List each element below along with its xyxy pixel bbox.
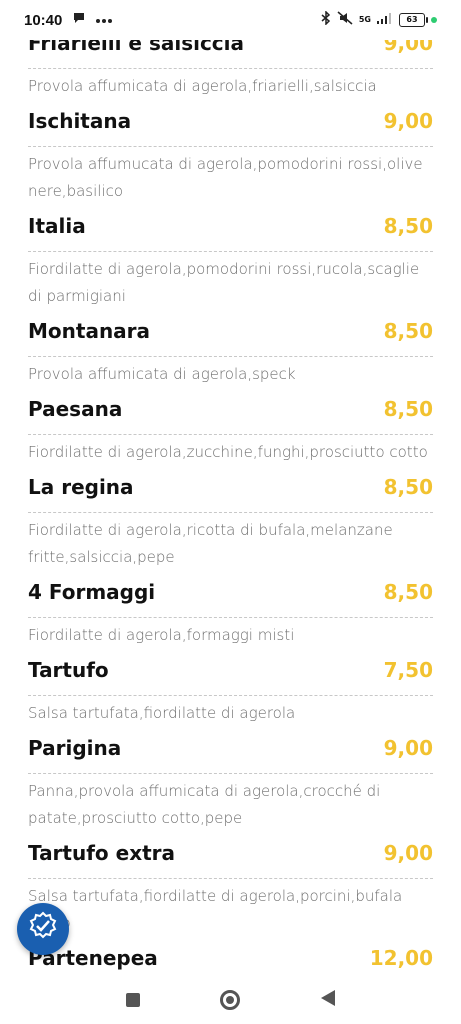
network-label: 5G xyxy=(358,15,371,24)
menu-item-price: 8,50 xyxy=(383,475,433,499)
battery-icon: 63 xyxy=(399,13,428,27)
menu-item-header: La regina 8,50 xyxy=(28,468,433,506)
menu-item-price: 9,00 xyxy=(383,109,433,133)
menu-item-description: Salsa tartufata,fiordilatte di agerola xyxy=(28,704,296,722)
status-time: 10:40 xyxy=(24,11,63,29)
menu-item-header: Italia 8,50 xyxy=(28,207,433,245)
menu-item[interactable]: Ischitana 9,00 Provola affumucata di agero… xyxy=(28,102,433,207)
menu-item-name: Italia xyxy=(28,214,86,238)
menu-item-description: Fiordilatte di agerola,zucchine,funghi,p… xyxy=(28,443,428,461)
menu-item-price: 9,00 xyxy=(383,841,433,865)
menu-item-description: Fiordilatte di agerola,formaggi misti xyxy=(28,626,295,644)
menu-item-name: Montanara xyxy=(28,319,151,343)
accessibility-button[interactable] xyxy=(17,903,69,955)
menu-item-header: Partenepea 12,00 xyxy=(28,939,433,975)
bluetooth-icon xyxy=(321,10,331,29)
menu-item[interactable]: Parigina 9,00 Panna,provola affumicata di … xyxy=(28,729,433,834)
menu-item[interactable]: Partenepea 12,00 xyxy=(28,939,433,975)
menu-item[interactable]: Italia 8,50 Fiordilatte di agerola,pomodor… xyxy=(28,207,433,312)
menu-item[interactable]: Montanara 8,50 Provola affumicata di agero… xyxy=(28,312,433,390)
mute-icon xyxy=(337,11,353,29)
menu-item[interactable]: Paesana 8,50 Fiordilatte di agerola,zucchi… xyxy=(28,390,433,468)
chat-icon xyxy=(72,11,86,29)
menu-item-description: Provola affumucata di agerola,pomodorini… xyxy=(28,155,423,200)
menu-item-header: 4 Formaggi 8,50 xyxy=(28,573,433,611)
menu-list: Friarielli e salsiccia 9,00 Provola affumi… xyxy=(28,24,433,975)
status-left: 10:40 xyxy=(24,11,113,29)
menu-item-header: Parigina 9,00 xyxy=(28,729,433,767)
menu-item-name: Ischitana xyxy=(28,109,132,133)
menu-item-name: Tartufo extra xyxy=(28,841,176,865)
menu-item-description: Fiordilatte di agerola,ricotta di bufala… xyxy=(28,521,393,566)
status-bar: 10:40 5G 63 xyxy=(0,0,461,40)
menu-item-name: 4 Formaggi xyxy=(28,580,156,604)
navigation-bar xyxy=(0,975,461,1024)
menu-item-description: Salsa tartufata,fiordilatte di agerola,p… xyxy=(28,887,403,932)
menu-item-price: 8,50 xyxy=(383,580,433,604)
menu-item-price: 8,50 xyxy=(383,214,433,238)
menu-item-header: Montanara 8,50 xyxy=(28,312,433,350)
menu-item-description: Fiordilatte di agerola,pomodorini rossi,… xyxy=(28,260,420,305)
menu-item-price: 8,50 xyxy=(383,397,433,421)
menu-item-description: Provola affumicata di agerola,speck xyxy=(28,365,296,383)
menu-item-name: Parigina xyxy=(28,736,122,760)
menu-item[interactable]: 4 Formaggi 8,50 Fiordilatte di agerola,for… xyxy=(28,573,433,651)
menu-item-description: Provola affumicata di agerola,friarielli… xyxy=(28,77,377,95)
back-triangle-icon[interactable] xyxy=(320,989,336,1011)
home-circle-icon[interactable] xyxy=(219,989,240,1010)
menu-item[interactable]: Tartufo 7,50 Salsa tartufata,fiordilatte d… xyxy=(28,651,433,729)
signal-icon xyxy=(377,12,393,28)
menu-item-name: Tartufo xyxy=(28,658,109,682)
menu-item-header: Tartufo 7,50 xyxy=(28,651,433,689)
menu-item-price: 9,00 xyxy=(383,736,433,760)
menu-item[interactable]: La regina 8,50 Fiordilatte di agerola,rico… xyxy=(28,468,433,573)
more-dots-icon xyxy=(96,12,113,28)
menu-item-price: 7,50 xyxy=(383,658,433,682)
menu-item-price: 8,50 xyxy=(383,319,433,343)
menu-scroll-area[interactable]: Friarielli e salsiccia 9,00 Provola affumi… xyxy=(0,0,461,975)
menu-item[interactable]: Tartufo extra 9,00 Salsa tartufata,fiordil… xyxy=(28,834,433,939)
menu-item-name: La regina xyxy=(28,475,134,499)
privacy-indicator-dot xyxy=(431,17,437,23)
menu-item-header: Tartufo extra 9,00 xyxy=(28,834,433,872)
recents-square-icon[interactable] xyxy=(125,992,140,1007)
menu-item-name: Paesana xyxy=(28,397,123,421)
menu-item-description: Panna,provola affumicata di agerola,croc… xyxy=(28,782,381,827)
accessibility-badge-icon xyxy=(26,910,60,948)
status-right: 5G 63 xyxy=(321,10,437,29)
menu-item-price: 12,00 xyxy=(369,946,433,970)
menu-item-header: Ischitana 9,00 xyxy=(28,102,433,140)
menu-item-header: Paesana 8,50 xyxy=(28,390,433,428)
